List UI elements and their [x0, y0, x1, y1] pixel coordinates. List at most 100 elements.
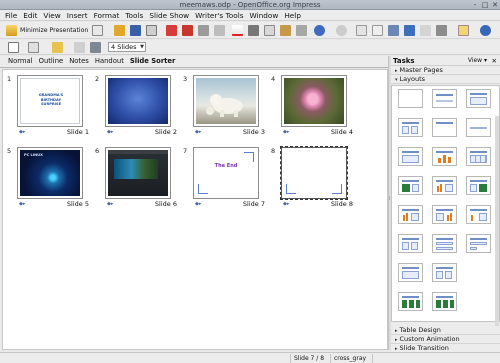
transition-icon[interactable]: ◆▸	[19, 129, 25, 135]
layout-title-6-content[interactable]	[432, 263, 457, 282]
tab-slide-sorter[interactable]: Slide Sorter	[127, 56, 179, 67]
layout-title-object-text[interactable]	[466, 205, 491, 224]
panel-master-pages[interactable]: ▸ Master Pages	[391, 66, 500, 75]
layout-title-text-picture[interactable]	[466, 176, 491, 195]
export-pdf-icon[interactable]	[182, 25, 193, 36]
copy-icon[interactable]	[264, 25, 275, 36]
slide-sorter-pane[interactable]: 1 GRANDMA'S BIRTHDAY SURPRISE ◆▸ Slide 1…	[2, 69, 388, 350]
slide-number: 3	[183, 75, 188, 83]
layout-title-4-content[interactable]	[398, 263, 423, 282]
transition-icon[interactable]: ◆▸	[283, 129, 289, 135]
slide-show-icon[interactable]	[52, 42, 63, 53]
minimize-window-button[interactable]: -	[471, 1, 479, 9]
tab-outline[interactable]: Outline	[36, 56, 67, 67]
close-window-button[interactable]: ✕	[491, 1, 499, 9]
layout-title-bar	[436, 122, 453, 124]
minimize-presentation-icon[interactable]	[6, 25, 17, 36]
layout-title-2-content-over-content[interactable]	[432, 234, 457, 253]
redo-icon[interactable]	[336, 25, 347, 36]
layout-picture	[450, 300, 454, 308]
layout-title-pictures-grid[interactable]	[432, 292, 457, 311]
display-grid-icon[interactable]	[388, 25, 399, 36]
layout-title-2-content-variant[interactable]	[398, 147, 423, 166]
menu-edit[interactable]: Edit	[20, 10, 40, 21]
tab-handout[interactable]: Handout	[92, 56, 127, 67]
slide-thumbnail-5[interactable]: 5 PC LINUX ◆▸ Slide 5	[7, 144, 91, 208]
tab-notes[interactable]: Notes	[66, 56, 92, 67]
tasks-close-button[interactable]: ✕	[492, 57, 497, 65]
layout-title-slide[interactable]	[432, 89, 457, 108]
layout-title-only[interactable]	[432, 118, 457, 137]
hide-slide-icon[interactable]	[90, 42, 101, 53]
menu-view[interactable]: View	[40, 10, 63, 21]
slide-thumbnail-8[interactable]: 8 ◆▸ Slide 8	[271, 144, 355, 208]
format-paintbrush-icon[interactable]	[296, 25, 307, 36]
layout-title-bar	[436, 238, 453, 240]
transition-icon[interactable]: ◆▸	[19, 201, 25, 207]
slides-per-row-select[interactable]: 4 Slides ▼	[108, 42, 146, 52]
transition-icon[interactable]: ◆▸	[195, 129, 201, 135]
gallery-icon[interactable]	[420, 25, 431, 36]
menu-writers-tools[interactable]: Writer's Tools	[192, 10, 246, 21]
layout-title-content-over-content[interactable]	[398, 234, 423, 253]
undo-icon[interactable]	[314, 25, 325, 36]
layout-title-text-chart[interactable]	[432, 205, 457, 224]
transition-icon[interactable]: ◆▸	[107, 201, 113, 207]
zoom-icon[interactable]	[436, 25, 447, 36]
slide-transition-icon[interactable]	[74, 42, 85, 53]
layout-title-2-content[interactable]	[398, 118, 423, 137]
layout-title-chart[interactable]	[432, 147, 457, 166]
layout-title-pictures[interactable]	[398, 292, 423, 311]
slide-thumbnail-3[interactable]: 3 ◆▸ Slide 3	[183, 72, 267, 136]
layout-title-chart-content[interactable]	[398, 205, 423, 224]
slide-thumbnail-4[interactable]: 4 ◆▸ Slide 4	[271, 72, 355, 136]
panel-layouts[interactable]: ▾ Layouts	[391, 75, 500, 84]
panel-custom-animation[interactable]: ▸ Custom Animation	[391, 335, 500, 344]
edit-file-icon[interactable]	[166, 25, 177, 36]
help-icon[interactable]	[458, 25, 469, 36]
menu-insert[interactable]: Insert	[64, 10, 91, 21]
panel-table-design[interactable]: ▸ Table Design	[391, 326, 500, 335]
layout-title-table[interactable]	[466, 147, 491, 166]
oo-help-icon[interactable]	[480, 25, 491, 36]
layout-blank[interactable]	[398, 89, 423, 108]
slide-thumbnail-2[interactable]: 2 · · · ◆▸ Slide 2	[95, 72, 179, 136]
zoom-pan-icon[interactable]	[28, 42, 39, 53]
save-icon[interactable]	[130, 25, 141, 36]
menu-window[interactable]: Window	[247, 10, 282, 21]
slide-thumbnail-7[interactable]: 7 The End ◆▸ Slide 7	[183, 144, 267, 208]
transition-icon[interactable]: ◆▸	[107, 129, 113, 135]
minimize-presentation-label[interactable]: Minimize Presentation	[20, 27, 88, 34]
print-icon[interactable]	[198, 25, 209, 36]
chart-icon[interactable]	[356, 25, 367, 36]
menu-file[interactable]: File	[2, 10, 20, 21]
select-arrow-icon[interactable]	[8, 42, 19, 53]
layout-title-content-2-content[interactable]	[466, 234, 491, 253]
print-preview-icon[interactable]	[214, 25, 225, 36]
maximize-window-button[interactable]: □	[481, 1, 489, 9]
layout-centered-text[interactable]	[466, 118, 491, 137]
table-icon[interactable]	[372, 25, 383, 36]
transition-icon[interactable]: ◆▸	[283, 201, 289, 207]
menu-tools[interactable]: Tools	[122, 10, 146, 21]
transition-icon[interactable]: ◆▸	[195, 201, 201, 207]
layout-title-chart-text[interactable]	[432, 176, 457, 195]
spellcheck-icon[interactable]	[232, 25, 243, 36]
menu-slide-show[interactable]: Slide Show	[146, 10, 192, 21]
layouts-scrollbar[interactable]	[495, 116, 499, 351]
menu-format[interactable]: Format	[91, 10, 123, 21]
layout-title-picture-text[interactable]	[398, 176, 423, 195]
open-folder-icon[interactable]	[114, 25, 125, 36]
slide-thumbnail-1[interactable]: 1 GRANDMA'S BIRTHDAY SURPRISE ◆▸ Slide 1	[7, 72, 91, 136]
layout-title-content[interactable]	[466, 89, 491, 108]
email-icon[interactable]	[146, 25, 157, 36]
navigator-icon[interactable]	[404, 25, 415, 36]
new-document-icon[interactable]	[92, 25, 103, 36]
paste-icon[interactable]	[280, 25, 291, 36]
menu-help[interactable]: Help	[281, 10, 304, 21]
cut-icon[interactable]	[248, 25, 259, 36]
tasks-view-menu[interactable]: View ▾	[468, 57, 487, 64]
tab-normal[interactable]: Normal	[5, 56, 36, 67]
slide-thumbnail-6[interactable]: 6 ◆▸ Slide 6	[95, 144, 179, 208]
layout-chart-bar	[447, 215, 449, 221]
